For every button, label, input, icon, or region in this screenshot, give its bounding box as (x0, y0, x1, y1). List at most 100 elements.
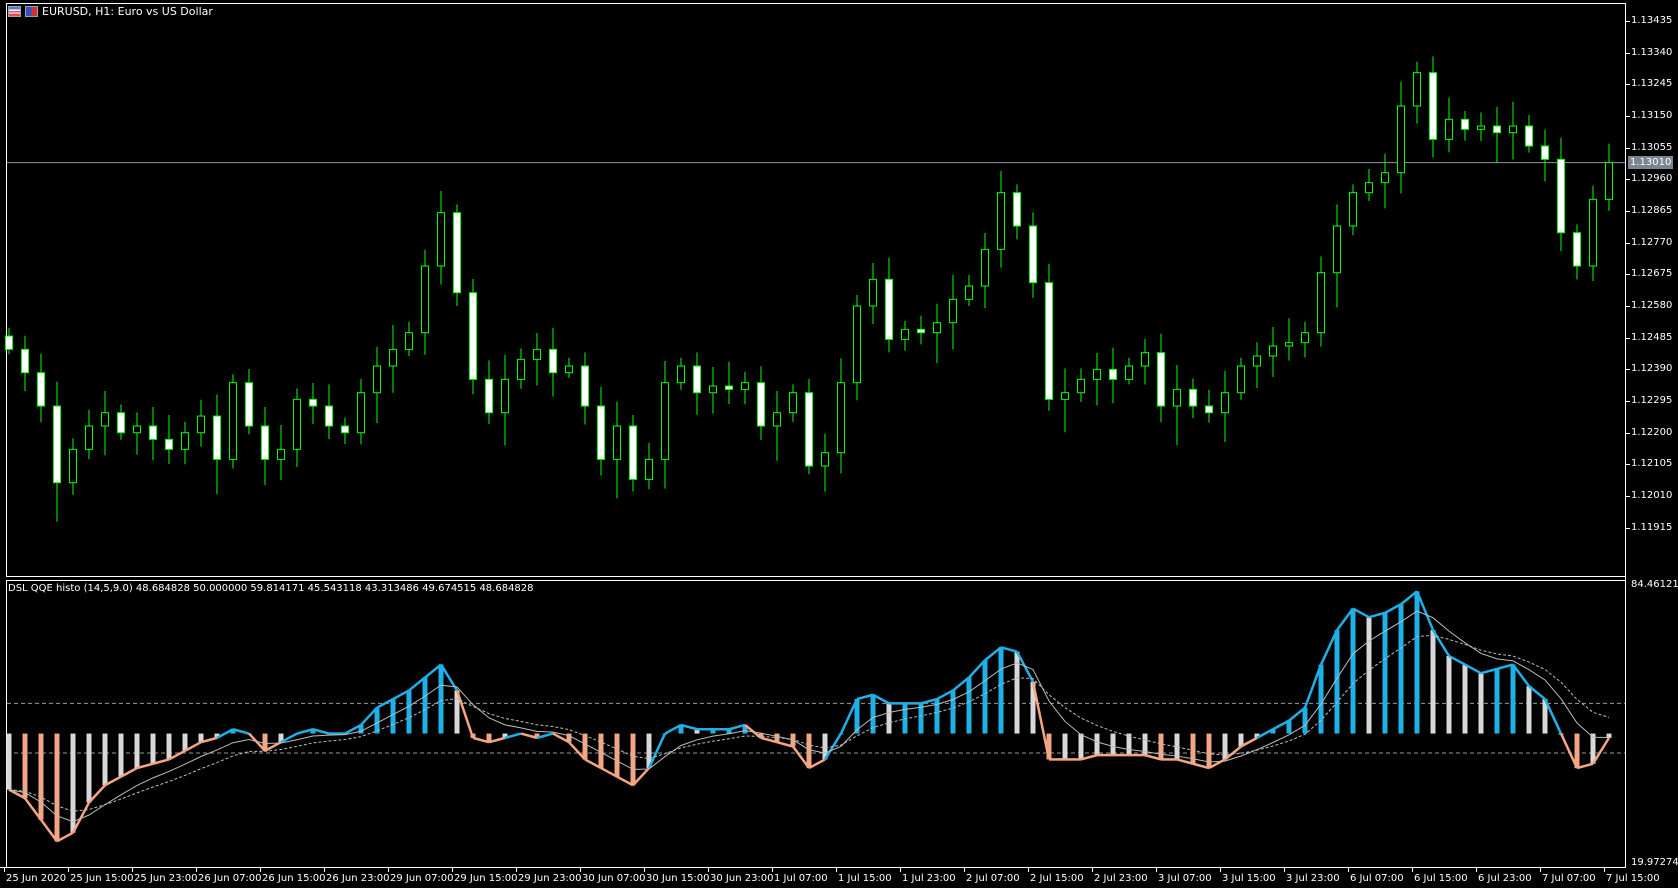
indicator-label: DSL QQE histo (14,5,9.0) 48.684828 50.00… (8, 583, 534, 594)
candle-body (549, 348, 557, 374)
candle-body (1077, 378, 1085, 394)
candle-body (1125, 365, 1133, 380)
candle-body (261, 425, 269, 460)
candle-body (1413, 72, 1421, 107)
time-label: 25 Jun 2020 (6, 873, 67, 884)
time-tick (1092, 867, 1093, 872)
candle-body (1157, 352, 1165, 407)
candle-body (1253, 355, 1261, 367)
time-label: 25 Jun 15:00 (70, 873, 134, 884)
time-tick (1604, 867, 1605, 872)
histogram-bar (1110, 733, 1116, 756)
candle-body (821, 452, 829, 467)
candle-body (853, 305, 861, 384)
price-label: 1.12200 (1631, 426, 1673, 438)
candle-body (533, 348, 541, 360)
histogram-bar (438, 664, 444, 734)
time-tick (1220, 867, 1221, 872)
candle-body (917, 328, 925, 334)
time-tick (1348, 867, 1349, 872)
candle-body (965, 285, 973, 300)
candle-body (693, 365, 701, 394)
histogram-bar (886, 703, 892, 734)
time-label: 26 Jun 07:00 (198, 873, 262, 884)
time-tick (196, 867, 197, 872)
time-tick (580, 867, 581, 872)
candle-body (1333, 225, 1341, 274)
time-label: 1 Jul 23:00 (902, 873, 956, 884)
candle-body (1189, 388, 1197, 407)
time-tick (516, 867, 517, 872)
candle-body (1205, 405, 1213, 414)
histogram-bar (1526, 686, 1532, 734)
time-label: 29 Jun 15:00 (454, 873, 518, 884)
price-tick (1626, 116, 1630, 117)
candle-body (901, 328, 909, 340)
candle-body (677, 365, 685, 384)
time-label: 30 Jun 07:00 (582, 873, 646, 884)
candle-body (213, 415, 221, 460)
candle-body (565, 365, 573, 374)
candle-body (1317, 272, 1325, 334)
candle-body (149, 425, 157, 440)
histogram-bar (1462, 664, 1468, 734)
time-label: 7 Jul 15:00 (1606, 873, 1660, 884)
candle-body (69, 448, 77, 484)
candle-body (501, 378, 509, 414)
time-tick (1540, 867, 1541, 872)
price-tick (1626, 21, 1630, 22)
time-label: 7 Jul 07:00 (1542, 873, 1596, 884)
indicator-max-label: 84.461210 (1631, 579, 1678, 590)
time-label: 3 Jul 23:00 (1286, 873, 1340, 884)
price-label: 1.12295 (1631, 395, 1673, 407)
price-label: 1.12675 (1631, 268, 1673, 280)
histogram-bar (582, 733, 588, 760)
price-tick (1626, 432, 1630, 434)
candle-body (725, 385, 733, 390)
candle-body (245, 382, 253, 427)
time-label: 29 Jun 07:00 (390, 873, 454, 884)
histogram-bar (1206, 733, 1212, 769)
candle-body (197, 415, 205, 434)
candle-body (1109, 368, 1117, 380)
histogram-bar (22, 733, 28, 799)
histogram-bar (70, 733, 76, 833)
candle-body (661, 382, 669, 460)
candle-body (789, 392, 797, 414)
histogram-bar (38, 733, 44, 820)
time-label: 2 Jul 07:00 (966, 873, 1020, 884)
candle-body (53, 405, 61, 484)
candle-body (773, 412, 781, 427)
histogram-bar (390, 699, 396, 734)
histogram-bar (1158, 733, 1164, 760)
candle-body (1285, 342, 1293, 347)
histogram-bar (1094, 733, 1100, 756)
candle-body (1173, 388, 1181, 407)
candle-body (1509, 125, 1517, 134)
candle-body (949, 298, 957, 324)
histogram-bar (998, 647, 1004, 734)
price-tick (1626, 52, 1630, 54)
price-tick (1626, 179, 1630, 181)
histogram-bar (1222, 733, 1228, 760)
candle-body (1093, 368, 1101, 380)
candle-body (181, 432, 189, 450)
candle-body (741, 382, 749, 390)
candle-body (1141, 352, 1149, 367)
candle-body (37, 372, 45, 407)
candle-body (1477, 125, 1485, 130)
price-label: 1.12770 (1631, 236, 1673, 248)
chart-title-bar: EURUSD, H1: Euro vs US Dollar (8, 5, 213, 18)
time-tick (900, 867, 901, 872)
time-tick (1476, 867, 1477, 872)
candle-body (1429, 72, 1437, 140)
time-label: 3 Jul 07:00 (1158, 873, 1212, 884)
candle-body (757, 382, 765, 427)
price-tick (1626, 147, 1630, 149)
candle-body (469, 292, 477, 380)
time-label: 1 Jul 07:00 (774, 873, 828, 884)
price-label: 1.12485 (1631, 331, 1673, 343)
time-label: 2 Jul 23:00 (1094, 873, 1148, 884)
time-tick (1284, 867, 1285, 872)
time-tick (1028, 867, 1029, 872)
